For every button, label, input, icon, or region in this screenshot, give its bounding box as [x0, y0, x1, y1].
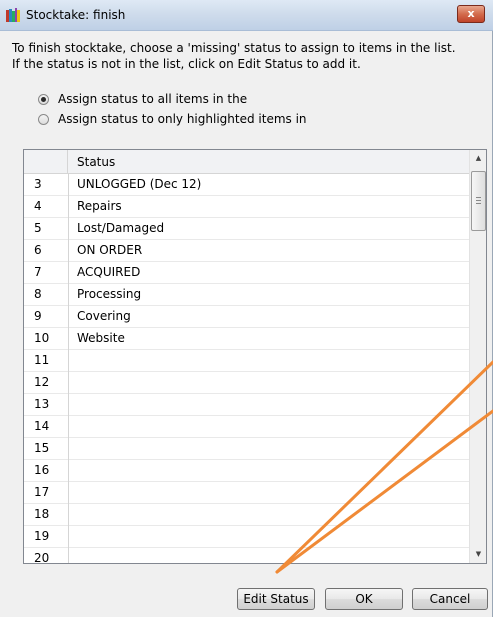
status-cell[interactable]: ACQUIRED: [77, 265, 140, 279]
column-divider: [68, 196, 69, 218]
row-number: 8: [34, 287, 42, 301]
row-number: 5: [34, 221, 42, 235]
close-button[interactable]: x: [457, 5, 485, 23]
grid-header: Status: [24, 150, 469, 174]
table-row[interactable]: 11: [24, 350, 469, 372]
row-number: 11: [34, 353, 50, 367]
table-row[interactable]: 13: [24, 394, 469, 416]
table-row[interactable]: 18: [24, 504, 469, 526]
table-row[interactable]: 9 Covering: [24, 306, 469, 328]
title-bar[interactable]: Stocktake: finish x: [0, 0, 493, 31]
status-cell[interactable]: Lost/Damaged: [77, 221, 164, 235]
instructions: To finish stocktake, choose a 'missing' …: [12, 40, 487, 72]
row-number-header: [24, 150, 68, 174]
column-divider: [68, 526, 69, 548]
instruction-line: If the status is not in the list, click …: [12, 57, 361, 71]
close-icon: x: [467, 7, 475, 20]
row-number: 13: [34, 397, 50, 411]
table-row[interactable]: 5 Lost/Damaged: [24, 218, 469, 240]
status-grid[interactable]: Status 3 UNLOGGED (Dec 12) 4 Repairs 5 Lost/D…: [23, 149, 487, 564]
row-number: 16: [34, 463, 50, 477]
row-number: 10: [34, 331, 50, 345]
radio-label: Assign status to all items in the: [58, 92, 248, 106]
table-row[interactable]: 17: [24, 482, 469, 504]
row-number: 15: [34, 441, 50, 455]
scroll-up-arrow-icon[interactable]: ▲: [470, 150, 486, 167]
radio-assign-highlighted[interactable]: Assign status to only highlighted items …: [38, 110, 307, 128]
row-number: 14: [34, 419, 50, 433]
column-divider: [68, 372, 69, 394]
status-cell[interactable]: Processing: [77, 287, 141, 301]
scroll-down-arrow-icon[interactable]: ▼: [470, 546, 486, 563]
row-number: 19: [34, 529, 50, 543]
cancel-button[interactable]: Cancel: [412, 588, 488, 610]
table-row[interactable]: 8 Processing: [24, 284, 469, 306]
column-divider: [68, 328, 69, 350]
table-row[interactable]: 12: [24, 372, 469, 394]
status-cell[interactable]: UNLOGGED (Dec 12): [77, 177, 201, 191]
table-row[interactable]: 20: [24, 548, 469, 564]
stocktake-finish-dialog: Stocktake: finish x To finish stocktake,…: [0, 0, 493, 617]
status-cell[interactable]: Repairs: [77, 199, 122, 213]
column-divider: [68, 262, 69, 284]
radio-assign-all[interactable]: Assign status to all items in the: [38, 90, 247, 108]
radio-button[interactable]: [38, 113, 49, 125]
column-divider: [68, 394, 69, 416]
app-icon: [6, 8, 20, 22]
grip-icon: [476, 197, 481, 204]
table-row[interactable]: 7 ACQUIRED: [24, 262, 469, 284]
row-number: 6: [34, 243, 42, 257]
row-number: 18: [34, 507, 50, 521]
table-row[interactable]: 3 UNLOGGED (Dec 12): [24, 174, 469, 196]
row-number: 12: [34, 375, 50, 389]
row-number: 17: [34, 485, 50, 499]
column-divider: [68, 218, 69, 240]
table-row[interactable]: 15: [24, 438, 469, 460]
column-divider: [68, 438, 69, 460]
column-divider: [68, 284, 69, 306]
table-row[interactable]: 6 ON ORDER: [24, 240, 469, 262]
row-number: 7: [34, 265, 42, 279]
instruction-line: To finish stocktake, choose a 'missing' …: [12, 41, 456, 55]
edit-status-button[interactable]: Edit Status: [237, 588, 315, 610]
status-cell[interactable]: Covering: [77, 309, 131, 323]
column-divider: [68, 306, 69, 328]
row-number: 20: [34, 551, 50, 564]
table-row[interactable]: 10 Website: [24, 328, 469, 350]
vertical-scrollbar[interactable]: ▲ ▼: [469, 150, 486, 563]
table-row[interactable]: 14: [24, 416, 469, 438]
column-divider: [68, 504, 69, 526]
column-divider: [68, 482, 69, 504]
table-row[interactable]: 4 Repairs: [24, 196, 469, 218]
status-column-header[interactable]: Status: [77, 155, 115, 169]
row-number: 3: [34, 177, 42, 191]
column-divider: [68, 350, 69, 372]
column-divider: [68, 548, 69, 563]
scroll-thumb[interactable]: [471, 171, 486, 231]
window-title: Stocktake: finish: [26, 8, 126, 22]
status-cell[interactable]: Website: [77, 331, 125, 345]
column-divider: [68, 174, 69, 196]
column-divider: [68, 416, 69, 438]
column-divider: [68, 460, 69, 482]
grid-rows: 3 UNLOGGED (Dec 12) 4 Repairs 5 Lost/Damaged 6…: [24, 174, 469, 564]
ok-button[interactable]: OK: [325, 588, 403, 610]
radio-button-checked[interactable]: [38, 93, 49, 105]
row-number: 4: [34, 199, 42, 213]
column-divider: [68, 240, 69, 262]
row-number: 9: [34, 309, 42, 323]
table-row[interactable]: 16: [24, 460, 469, 482]
table-row[interactable]: 19: [24, 526, 469, 548]
radio-label: Assign status to only highlighted items …: [58, 112, 307, 126]
status-cell[interactable]: ON ORDER: [77, 243, 142, 257]
